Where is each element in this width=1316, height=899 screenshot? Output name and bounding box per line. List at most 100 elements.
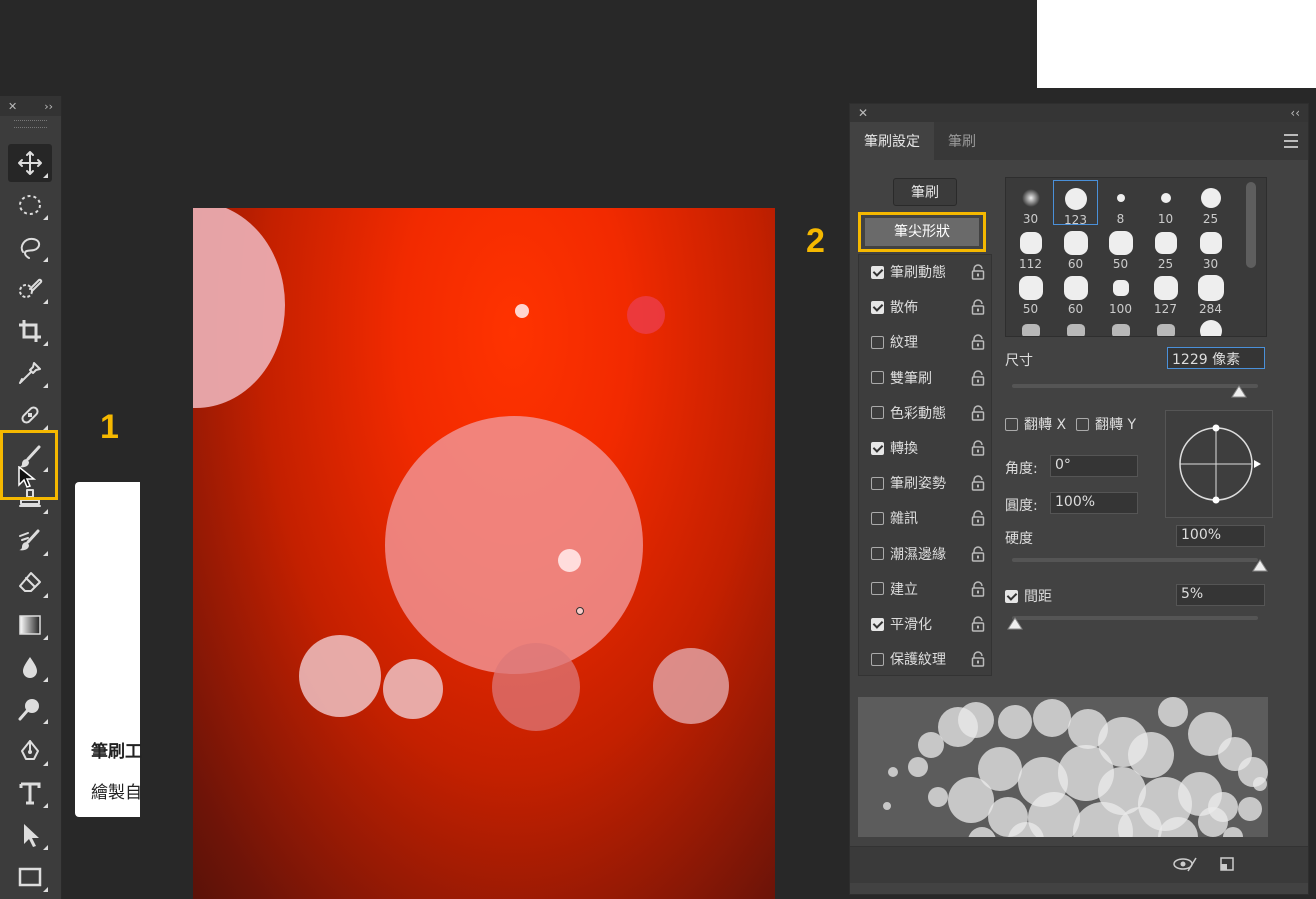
size-input[interactable]: 1229 像素 [1167,347,1265,369]
close-icon[interactable]: ✕ [858,106,868,120]
brush-option-row[interactable]: 筆刷姿勢 [871,472,987,494]
type-icon[interactable] [8,774,52,812]
lock-icon[interactable] [971,545,985,562]
spacing-control[interactable]: 間距 [1005,586,1052,606]
tool-group-indicator [43,845,48,850]
angle-input[interactable]: 0° [1050,455,1138,477]
move-icon[interactable] [8,144,52,182]
spacing-checkbox[interactable] [1005,589,1018,603]
brush-preset[interactable]: 50 [1008,270,1053,316]
option-checkbox[interactable] [871,300,884,314]
spacing-input[interactable]: 5% [1176,584,1265,606]
flip-y-control[interactable]: 翻轉 Y [1076,414,1136,434]
lock-icon[interactable] [971,475,985,491]
eraser-icon[interactable] [8,564,52,602]
option-checkbox[interactable] [871,265,884,279]
brush-preset[interactable] [1143,315,1188,336]
history-brush-icon[interactable] [8,522,52,560]
brush-preset[interactable]: 127 [1143,270,1188,316]
brush-option-row[interactable]: 平滑化 [871,613,987,635]
panel-menu-icon[interactable] [1284,134,1298,148]
brush-preset[interactable] [1098,315,1143,336]
brush-preset[interactable]: 30 [1188,225,1233,271]
dodge-icon[interactable] [8,690,52,728]
brush-option-row[interactable]: 紋理 [871,331,987,353]
option-checkbox[interactable] [871,547,884,561]
brush-preset[interactable]: 25 [1143,225,1188,271]
rectangle-icon[interactable] [8,858,52,896]
new-brush-preset-icon[interactable] [1218,855,1236,873]
hardness-input[interactable]: 100% [1176,525,1265,547]
option-checkbox[interactable] [871,652,884,666]
option-checkbox[interactable] [871,406,884,420]
toggle-live-tip-icon[interactable] [1172,855,1198,873]
brush-option-row[interactable]: 建立 [871,578,987,600]
lock-icon[interactable] [971,264,985,280]
flip-x-checkbox[interactable] [1005,417,1018,431]
option-checkbox[interactable] [871,371,884,385]
brush-option-row[interactable]: 色彩動態 [871,402,987,424]
flip-y-checkbox[interactable] [1076,417,1089,431]
brush-preset[interactable]: 60 [1053,225,1098,271]
gradient-icon[interactable] [8,606,52,644]
eyedropper-icon[interactable] [8,354,52,392]
brush-tip-shape-button[interactable]: 筆尖形狀 [865,218,979,246]
option-checkbox[interactable] [871,335,884,349]
pen-icon[interactable] [8,732,52,770]
presets-scrollbar[interactable] [1246,182,1256,268]
collapse-icon[interactable]: ‹‹ [1290,106,1300,120]
option-checkbox[interactable] [871,511,884,525]
lock-icon[interactable] [971,581,985,597]
brush-option-row[interactable]: 轉換 [871,437,987,459]
brush-preset[interactable]: 123 [1053,180,1098,227]
lock-icon[interactable] [971,651,985,667]
brush-preset[interactable]: 30 [1008,180,1053,226]
brush-option-row[interactable]: 筆刷動態 [871,261,987,283]
document-canvas[interactable] [193,208,775,899]
elliptical-marquee-icon[interactable] [8,186,52,224]
healing-brush-icon[interactable] [8,396,52,434]
brush-preset[interactable] [1053,315,1098,336]
path-selection-icon[interactable] [8,816,52,854]
hardness-slider[interactable] [1012,558,1258,562]
blur-icon[interactable] [8,648,52,686]
quick-selection-icon[interactable] [8,270,52,308]
brush-preset[interactable]: 25 [1188,180,1233,226]
lock-icon[interactable] [971,510,985,527]
option-checkbox[interactable] [871,476,884,490]
lock-icon[interactable] [971,440,985,456]
spacing-slider[interactable] [1012,616,1258,620]
tab-brush-settings[interactable]: 筆刷設定 [850,122,934,160]
tab-brushes[interactable]: 筆刷 [934,122,990,160]
option-checkbox[interactable] [871,441,884,455]
brush-preset[interactable]: 284 [1188,270,1233,316]
brush-option-row[interactable]: 潮濕邊緣 [871,543,987,565]
option-checkbox[interactable] [871,582,884,596]
lock-icon[interactable] [971,299,985,315]
size-slider[interactable] [1012,384,1258,388]
brush-preset[interactable]: 112 [1008,225,1053,271]
brushes-button[interactable]: 筆刷 [893,178,957,206]
option-label: 建立 [890,581,918,598]
flip-x-control[interactable]: 翻轉 X [1005,414,1066,434]
brush-option-row[interactable]: 保護紋理 [871,648,987,670]
brush-preset[interactable]: 8 [1098,180,1143,226]
brush-preset[interactable]: 60 [1053,270,1098,316]
brush-option-row[interactable]: 雜訊 [871,507,987,529]
lock-icon[interactable] [971,616,985,632]
roundness-input[interactable]: 100% [1050,492,1138,514]
brush-preset[interactable]: 50 [1098,225,1143,271]
brush-option-row[interactable]: 雙筆刷 [871,367,987,389]
brush-preset[interactable] [1188,315,1233,336]
brush-preset[interactable]: 100 [1098,270,1143,316]
brush-preset[interactable] [1008,315,1053,336]
lock-icon[interactable] [971,334,985,351]
lock-icon[interactable] [971,369,985,386]
angle-roundness-widget[interactable] [1165,410,1273,518]
lock-icon[interactable] [971,405,985,421]
option-checkbox[interactable] [871,617,884,631]
crop-icon[interactable] [8,312,52,350]
brush-preset[interactable]: 10 [1143,180,1188,226]
lasso-icon[interactable] [8,228,52,266]
brush-option-row[interactable]: 散佈 [871,296,987,318]
